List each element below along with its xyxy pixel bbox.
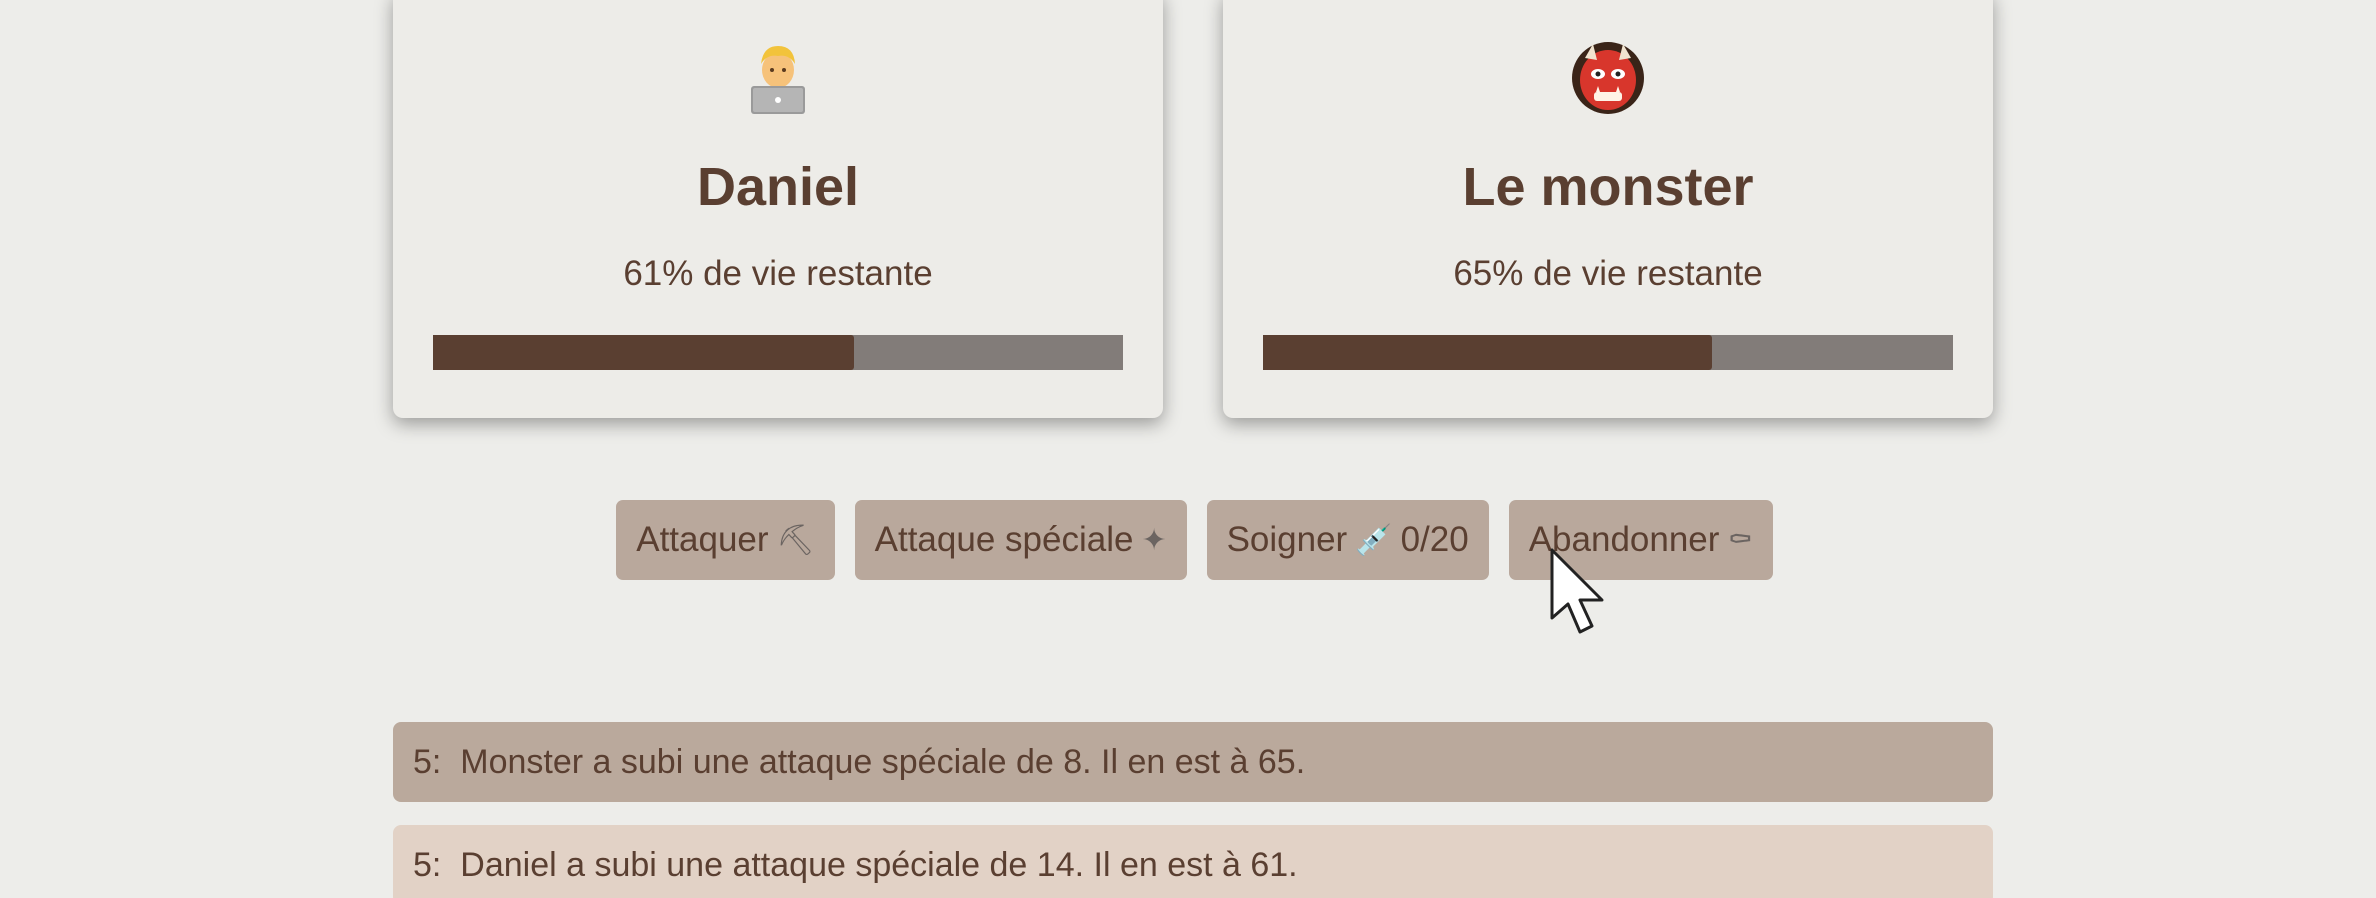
pickaxe-icon: ⛏ [776, 523, 815, 557]
syringe-icon: 💉 [1355, 523, 1393, 557]
log-text: Daniel a subi une attaque spéciale de 14… [460, 845, 1298, 884]
ogre-mask-icon [1567, 36, 1649, 118]
log-entry: 5: Monster a subi une attaque spéciale d… [393, 722, 1993, 802]
player-name: Daniel [696, 157, 860, 217]
player-card: Daniel 61% de vie restante [393, 0, 1163, 418]
log-entry: 5: Daniel a subi une attaque spéciale de… [393, 825, 1993, 898]
action-controls: Attaquer ⛏ Attaque spéciale ✦ Soigner 💉 … [0, 500, 2376, 580]
monster-name: Le monster [1462, 157, 1754, 217]
monster-card: Le monster 65% de vie restante [1223, 0, 1993, 418]
player-health-fill [433, 335, 854, 370]
monster-health-fill [1263, 335, 1712, 370]
player-hp-text: 61% de vie restante [623, 254, 933, 293]
monster-health-bar [1263, 335, 1953, 370]
game-stage: Daniel 61% de vie restante Le monster 65… [0, 0, 2376, 898]
player-health-bar [433, 335, 1123, 370]
mouse-cursor-icon [1550, 548, 1604, 634]
heal-button[interactable]: Soigner 💉 0/20 [1206, 500, 1489, 580]
special-attack-label: Attaque spéciale [874, 520, 1134, 559]
attack-label: Attaquer [636, 520, 769, 559]
log-text: Monster a subi une attaque spéciale de 8… [460, 742, 1306, 781]
attack-button[interactable]: Attaquer ⛏ [616, 500, 835, 580]
flying-saucer-icon: ✦ [1141, 523, 1167, 557]
special-attack-button[interactable]: Attaque spéciale ✦ [854, 500, 1187, 580]
coffin-icon: ⚰ [1727, 523, 1753, 557]
man-technologist-icon [737, 36, 819, 118]
log-turn: 5: [413, 742, 442, 781]
heal-counter: 0/20 [1400, 520, 1469, 559]
monster-hp-text: 65% de vie restante [1453, 254, 1763, 293]
heal-label: Soigner [1226, 520, 1348, 559]
log-turn: 5: [413, 845, 442, 884]
